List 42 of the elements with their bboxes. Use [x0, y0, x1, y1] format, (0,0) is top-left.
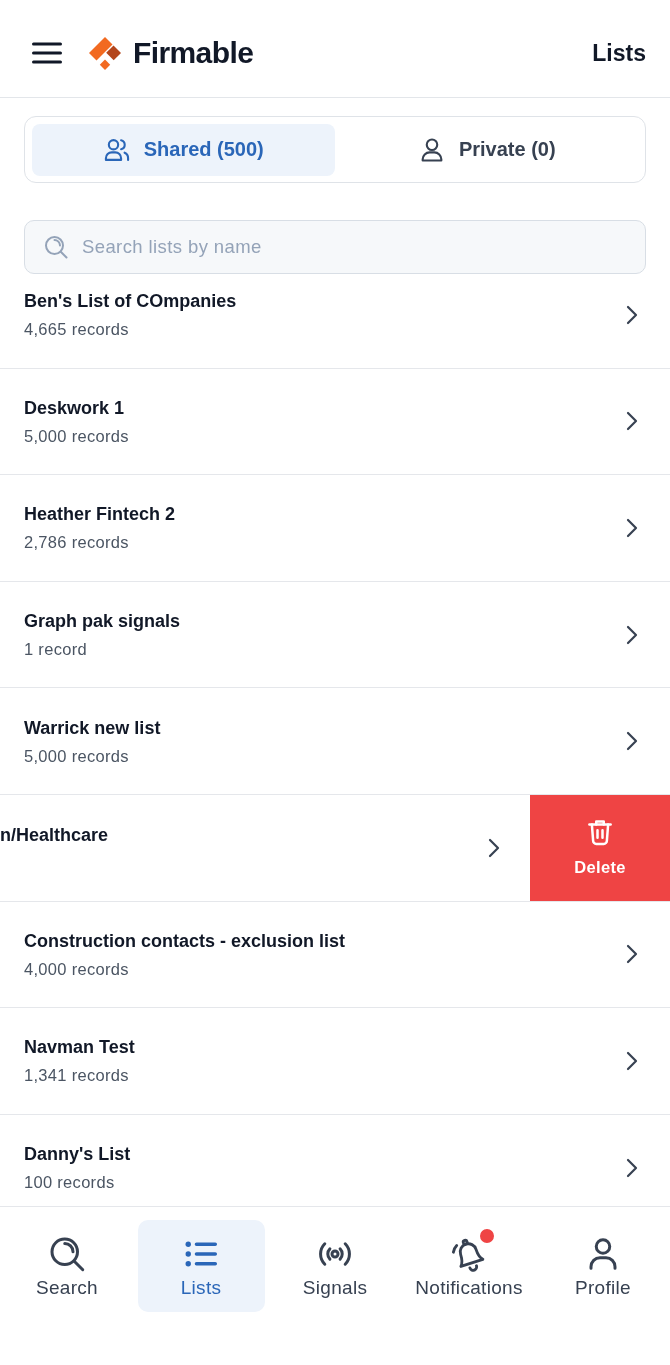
- nav-tab[interactable]: Search: [3, 1220, 131, 1312]
- chevron-icon: [626, 1157, 638, 1178]
- list-title: Warrick new list: [24, 716, 162, 739]
- list-title: Construction contacts - exclusion list: [24, 929, 347, 952]
- search-icon: [44, 235, 68, 259]
- logo-icon: [88, 36, 122, 70]
- bell-icon: [451, 1236, 487, 1272]
- tab[interactable]: Private (0): [335, 123, 639, 176]
- list-title: Ben's List of COmpanies: [24, 290, 238, 313]
- nav-tab[interactable]: Lists: [137, 1220, 265, 1312]
- nav-tab[interactable]: Profile: [539, 1220, 667, 1312]
- delete-button[interactable]: Delete: [530, 794, 670, 901]
- record-count: 4,665 records: [24, 319, 130, 340]
- chevron-icon: [626, 1050, 638, 1071]
- record-count: 5,000 records: [24, 745, 130, 766]
- chevron-icon: [626, 304, 638, 325]
- brand-name: Firmable: [133, 36, 254, 70]
- search-field[interactable]: Search lists by name: [24, 220, 646, 274]
- chevron-icon: [626, 518, 638, 538]
- record-count: 1,341 records: [24, 1065, 130, 1086]
- record-count: 4,000 records: [24, 958, 130, 979]
- list-title: Heather Fintech 2: [24, 503, 177, 526]
- list-title: Danny's List: [24, 1143, 132, 1166]
- tab[interactable]: Shared (500): [31, 123, 335, 176]
- chevron-icon: [626, 624, 638, 645]
- menu-icon[interactable]: [32, 42, 62, 64]
- chevron-icon: [626, 731, 638, 752]
- record-count: 1 record: [24, 639, 88, 660]
- list-title: Navman Test: [24, 1036, 136, 1059]
- chevron-icon: [626, 944, 638, 965]
- list-title: Deskwork 1: [24, 396, 126, 419]
- nav-tab[interactable]: Signals: [271, 1220, 399, 1312]
- record-count: 5,000 records: [24, 425, 130, 446]
- list-title: n/Healthcare: [0, 823, 110, 846]
- chevron-icon: [488, 837, 500, 858]
- record-count: 100 records: [24, 1172, 116, 1193]
- chevron-icon: [626, 411, 638, 432]
- nav-tab[interactable]: Notifications: [405, 1220, 533, 1312]
- page-title: Lists: [592, 39, 646, 67]
- list-title: Graph pak signals: [24, 610, 182, 633]
- record-count: 2,786 records: [24, 532, 130, 553]
- search-icon: [49, 1236, 85, 1272]
